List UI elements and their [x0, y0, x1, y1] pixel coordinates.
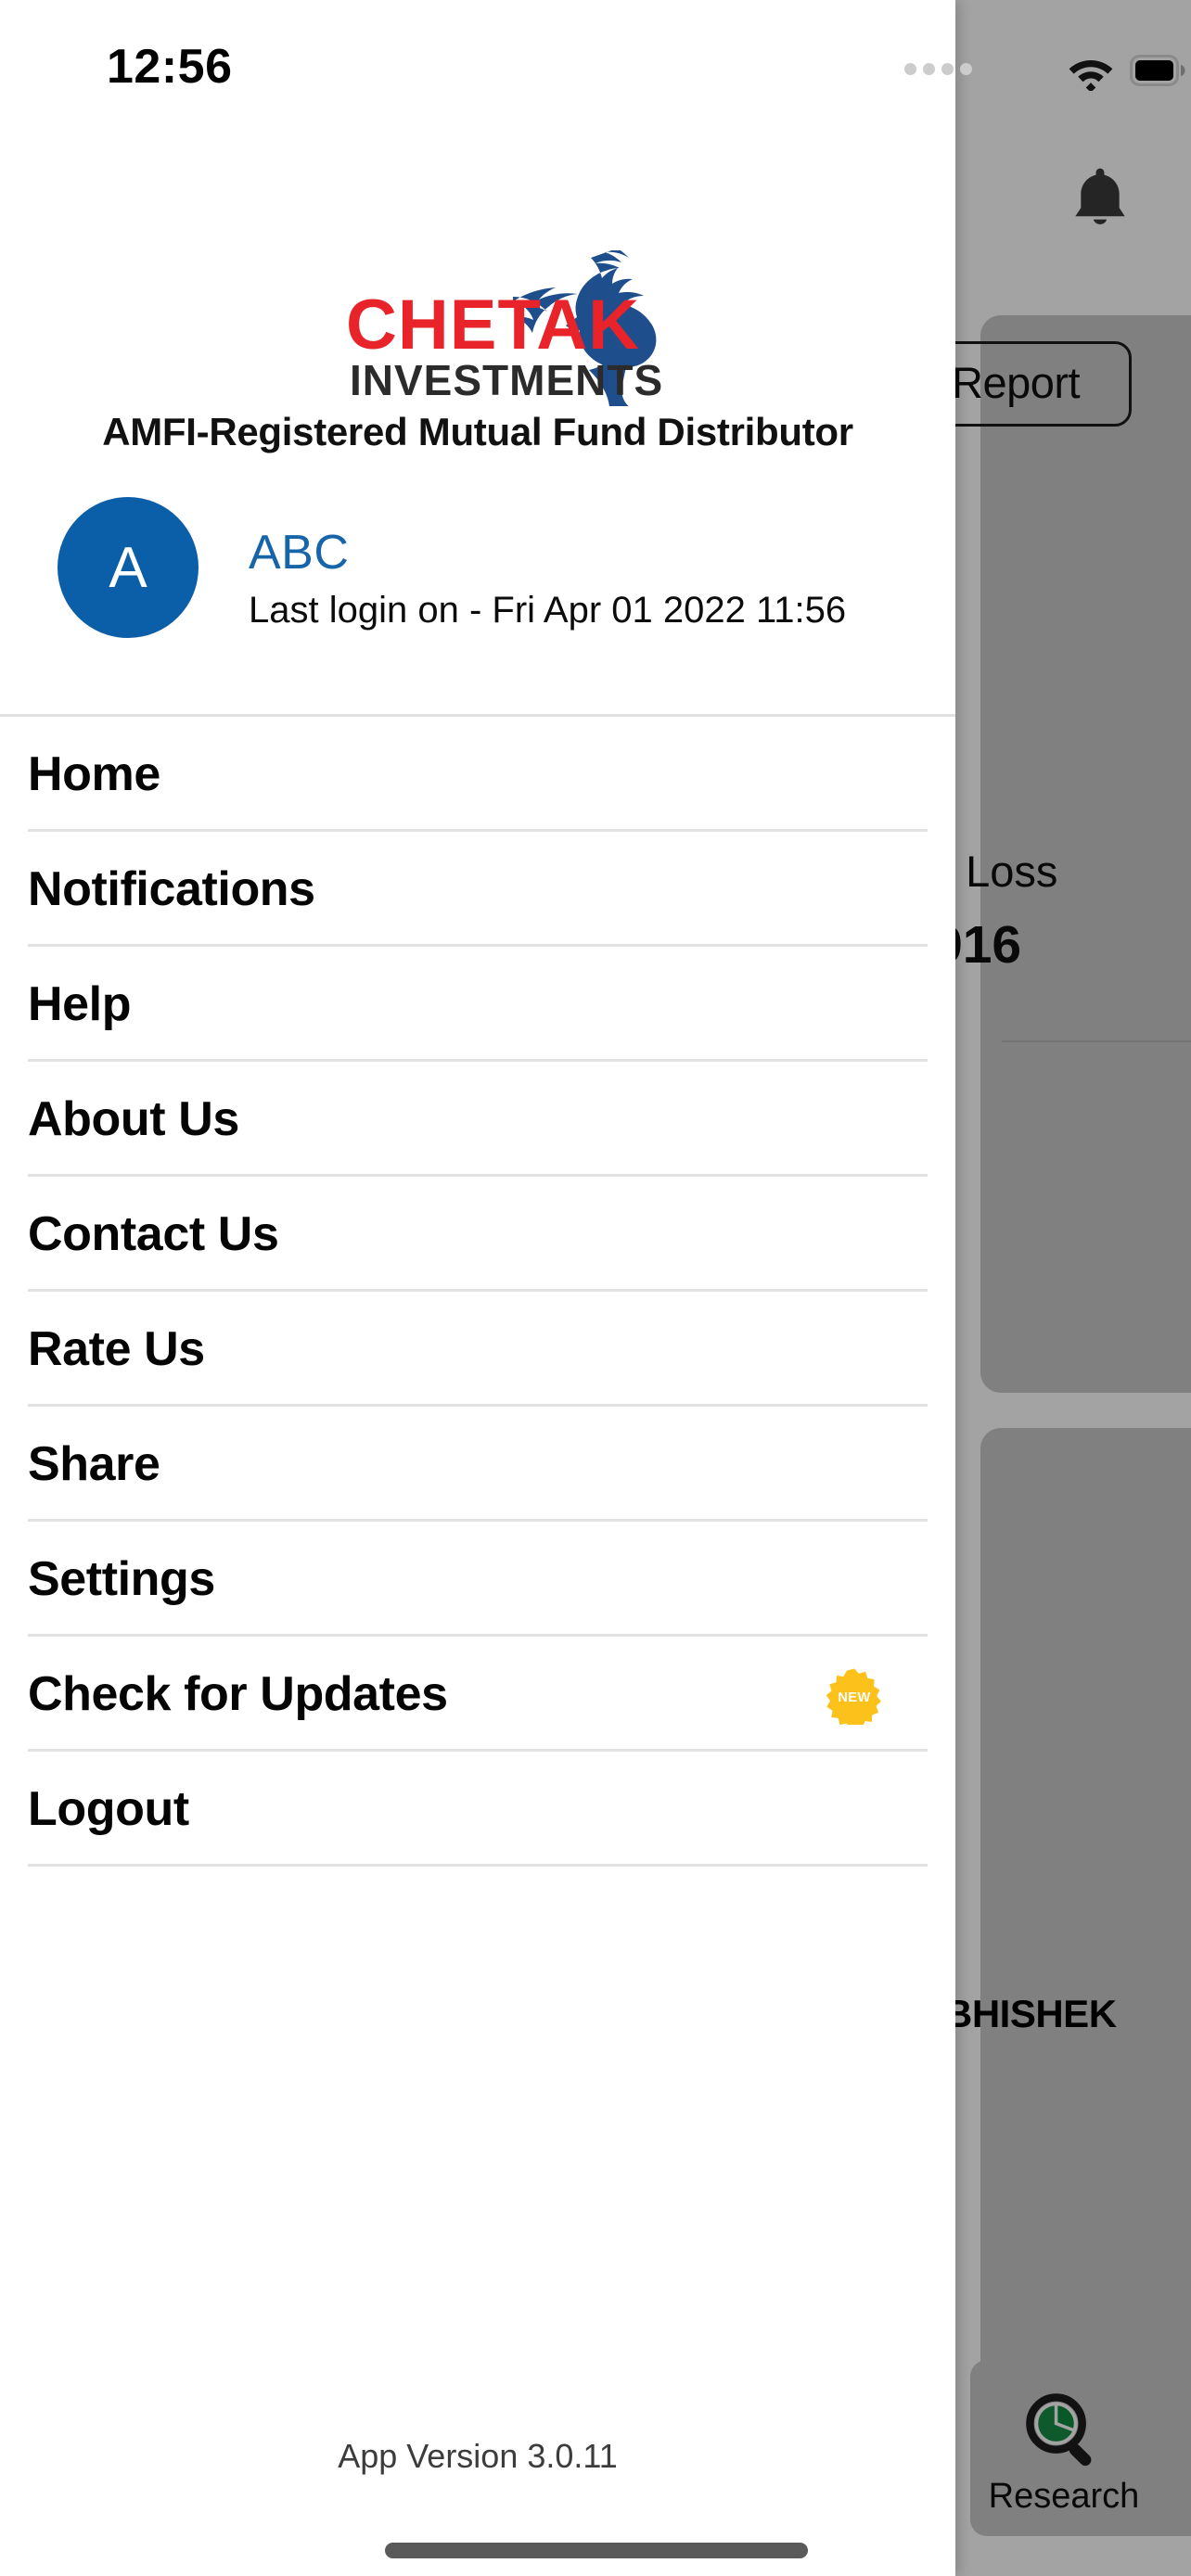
brand-tagline: AMFI-Registered Mutual Fund Distributor: [102, 410, 853, 453]
chetak-horse-logo-icon: CHETAK INVESTMENTS: [218, 250, 737, 406]
sidebar-item-label: Help: [28, 977, 132, 1031]
sidebar-item-label: Rate Us: [28, 1322, 205, 1376]
battery-full-icon: [1130, 54, 1187, 92]
avatar: A: [58, 497, 198, 638]
profile-row[interactable]: A ABC Last login on - Fri Apr 01 2022 11…: [0, 497, 955, 645]
sidebar-item-share[interactable]: Share: [0, 1407, 955, 1522]
sidebar-item-label: Notifications: [28, 862, 315, 916]
sidebar-item-logout[interactable]: Logout: [0, 1752, 955, 1867]
sidebar-item-notifications[interactable]: Notifications: [0, 832, 955, 947]
menu-divider: [28, 1864, 928, 1867]
sidebar-item-home[interactable]: Home: [0, 717, 955, 832]
sidebar-item-about-us[interactable]: About Us: [0, 1062, 955, 1177]
sidebar-item-rate-us[interactable]: Rate Us: [0, 1292, 955, 1407]
sidebar-item-label: Home: [28, 747, 160, 801]
sidebar-item-label: Settings: [28, 1552, 215, 1606]
app-version-label: App Version 3.0.11: [338, 2437, 618, 2475]
sidebar-item-label: Contact Us: [28, 1207, 279, 1261]
navigation-drawer: 12:56 CHETAK INVESTMENTS AMFI-Registered…: [0, 0, 972, 2576]
svg-text:NEW: NEW: [838, 1690, 870, 1705]
svg-text:INVESTMENTS: INVESTMENTS: [350, 356, 663, 404]
sidebar-item-check-for-updates[interactable]: Check for Updates NEW: [0, 1637, 955, 1752]
brand-block: CHETAK INVESTMENTS AMFI-Registered Mutua…: [0, 250, 955, 454]
sidebar-item-contact-us[interactable]: Contact Us: [0, 1177, 955, 1292]
wifi-icon: [1067, 54, 1115, 96]
sidebar-item-settings[interactable]: Settings: [0, 1522, 955, 1637]
sidebar-item-label: About Us: [28, 1092, 239, 1146]
status-bar: 12:56: [0, 0, 972, 102]
profile-name: ABC: [249, 526, 350, 580]
status-bar-time: 12:56: [107, 40, 233, 94]
sidebar-item-label: Share: [28, 1437, 160, 1491]
avatar-initial: A: [109, 535, 147, 600]
app-screen: Report / Loss 916 BHISHEK Research: [0, 0, 1191, 2576]
sidebar-item-label: Check for Updates: [28, 1667, 448, 1721]
sidebar-item-help[interactable]: Help: [0, 947, 955, 1062]
home-indicator[interactable]: [385, 2543, 808, 2558]
new-badge-icon: NEW: [826, 1667, 883, 1725]
profile-last-login: Last login on - Fri Apr 01 2022 11:56: [249, 590, 847, 631]
sidebar-item-label: Logout: [28, 1782, 189, 1836]
drawer-menu-list: Home Notifications Help About Us Contact…: [0, 717, 955, 1867]
svg-text:CHETAK: CHETAK: [346, 286, 640, 364]
signal-dots-icon: [904, 63, 972, 75]
